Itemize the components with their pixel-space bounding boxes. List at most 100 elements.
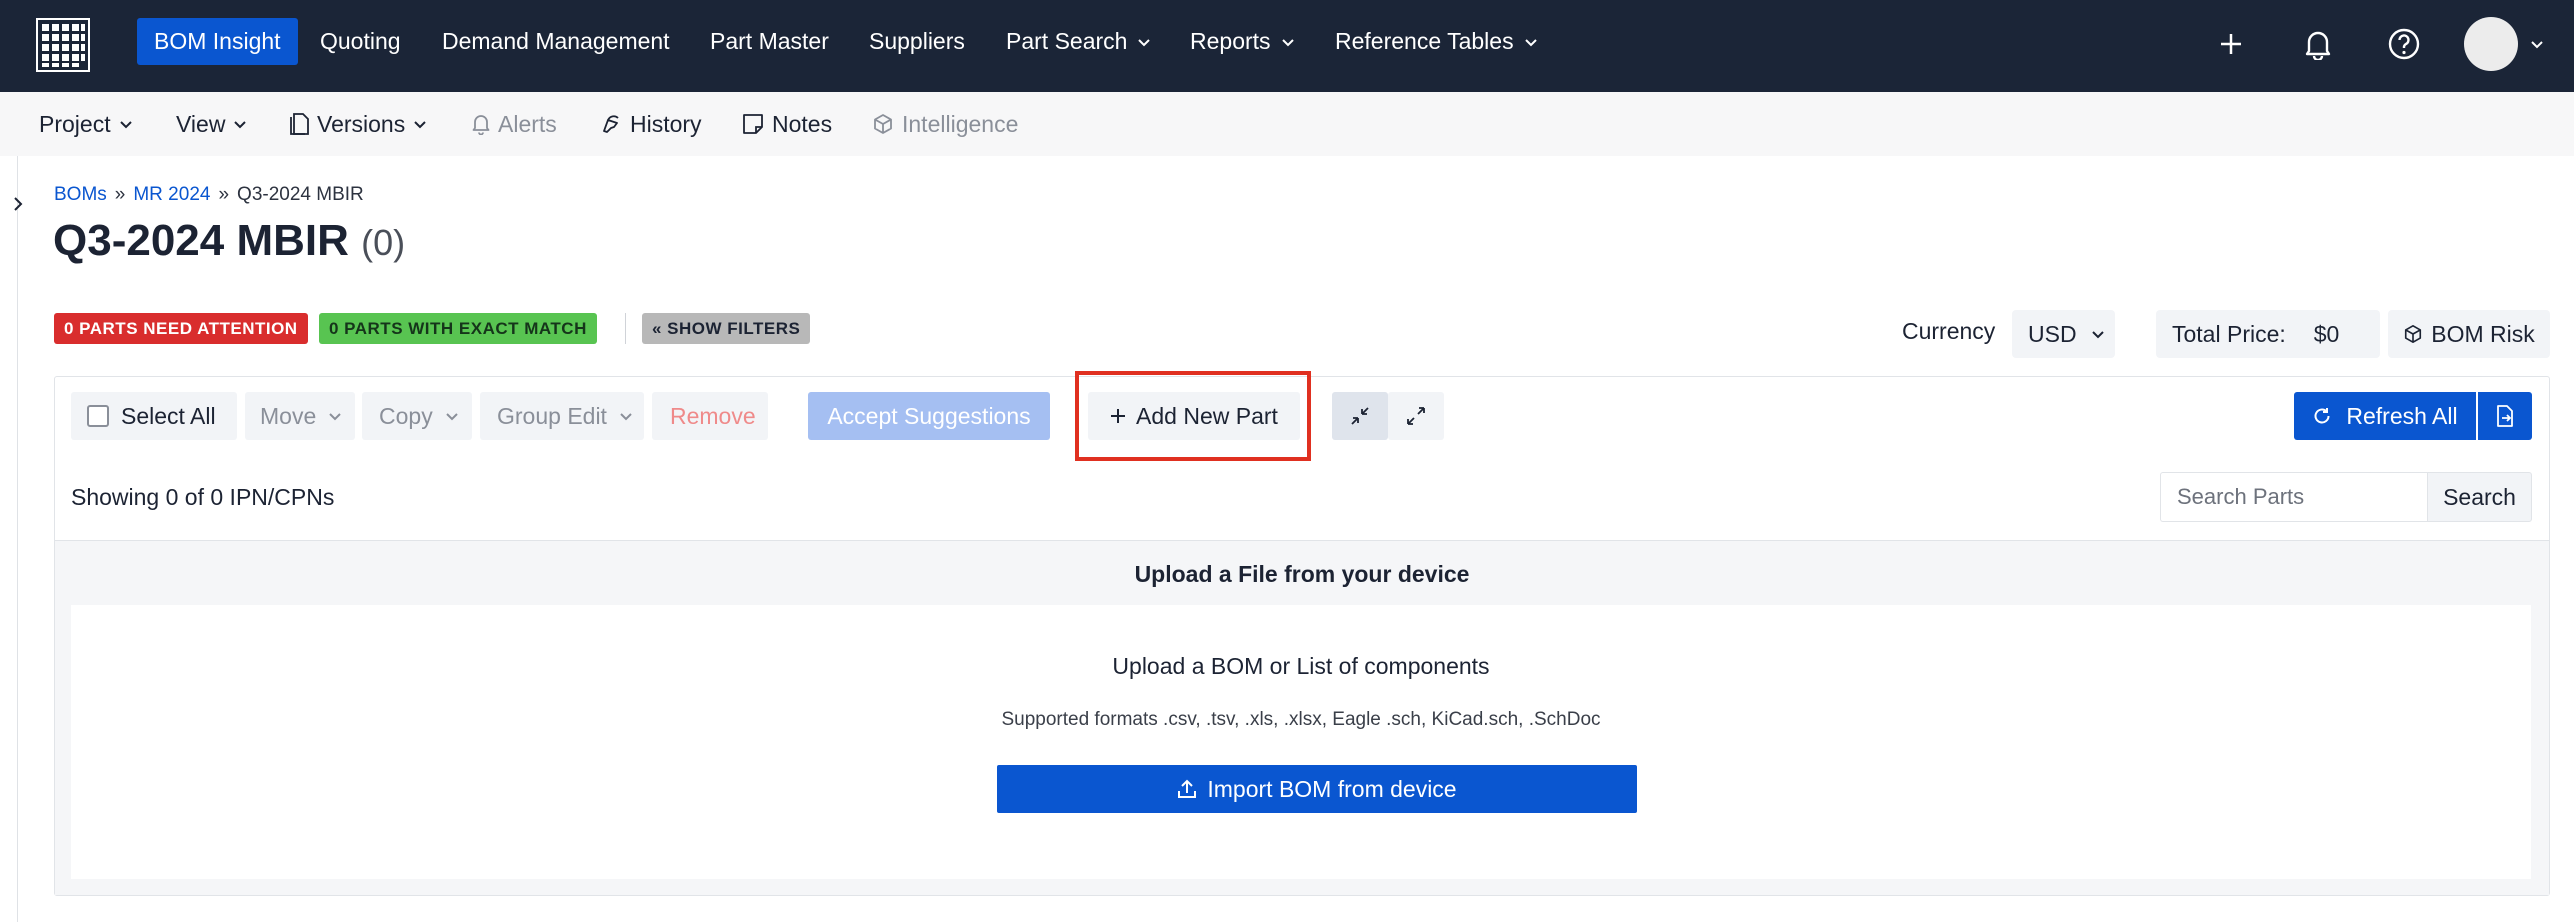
chevron-down-icon [445, 413, 458, 421]
collapse-icon[interactable] [1332, 392, 1388, 440]
copy-dropdown: Copy [362, 392, 472, 440]
app-grid-logo-icon[interactable] [36, 18, 90, 72]
chevron-down-icon [119, 121, 132, 129]
nav-reference-tables[interactable]: Reference Tables [1335, 18, 1538, 65]
chevron-down-icon [1524, 38, 1537, 46]
refresh-all-label: Refresh All [2346, 402, 2458, 429]
group-edit-dropdown: Group Edit [480, 392, 644, 440]
remove-button: Remove [652, 392, 768, 440]
show-filters-button[interactable]: « SHOW FILTERS [642, 313, 811, 344]
chevron-down-icon[interactable] [2525, 22, 2549, 66]
nav-suppliers[interactable]: Suppliers [869, 18, 965, 65]
cube-icon [874, 114, 892, 134]
export-file-icon[interactable] [2478, 392, 2532, 440]
bom-risk-label: BOM Risk [2431, 320, 2535, 347]
nav-part-search[interactable]: Part Search [1006, 18, 1151, 65]
group-edit-label: Group Edit [497, 402, 607, 429]
highlight-box [1075, 371, 1311, 461]
versions-icon [290, 113, 309, 135]
nav-label: Demand Management [442, 28, 670, 54]
cube-icon [2405, 325, 2422, 343]
bell-icon[interactable] [2296, 22, 2340, 66]
chevron-down-icon [620, 413, 632, 421]
nav-label: Reference Tables [1335, 28, 1514, 54]
chevron-down-icon [1138, 38, 1151, 46]
nav-label: Suppliers [869, 28, 965, 54]
currency-label: Currency [1902, 318, 1996, 344]
total-price-value: $0 [2313, 320, 2340, 347]
upload-card: Upload a BOM or List of components Suppo… [71, 605, 2531, 879]
import-bom-button[interactable]: Import BOM from device [997, 765, 1637, 813]
bom-risk-button[interactable]: BOM Risk [2388, 310, 2550, 358]
copy-label: Copy [379, 402, 433, 429]
breadcrumb-project-link[interactable]: MR 2024 [133, 184, 210, 206]
upload-heading: Upload a File from your device [1134, 561, 1470, 587]
subnav-label: Versions [317, 110, 406, 137]
select-all-checkbox[interactable]: Select All [71, 392, 237, 440]
chevron-down-icon [2091, 331, 2104, 339]
subnav-history[interactable]: History [600, 92, 702, 156]
left-sidebar-rail [0, 156, 18, 922]
total-price-box: Total Price: $0 [2156, 310, 2380, 358]
nav-label: Quoting [320, 28, 401, 54]
plus-icon[interactable] [2209, 22, 2253, 66]
page-title-count: (0) [361, 222, 406, 263]
subnav-intelligence: Intelligence [872, 92, 1018, 156]
subnav-label: Notes [772, 110, 833, 137]
badge-divider [625, 313, 626, 344]
subnav-label: Intelligence [902, 110, 1019, 137]
sub-navbar: Project View Versions Alerts History Not… [0, 92, 2574, 156]
search-button[interactable]: Search [2427, 472, 2532, 522]
expand-icon[interactable] [1388, 392, 1444, 440]
chevron-down-icon [1281, 38, 1294, 46]
page-title-text: Q3-2024 MBIR [53, 216, 349, 265]
subnav-notes[interactable]: Notes [742, 92, 832, 156]
help-icon[interactable] [2382, 22, 2426, 66]
refresh-icon [2314, 408, 2330, 424]
subnav-view[interactable]: View [176, 92, 247, 156]
search-parts-input[interactable] [2160, 472, 2427, 522]
parts-exact-match-badge[interactable]: 0 PARTS WITH EXACT MATCH [319, 313, 597, 344]
currency-select[interactable]: USD [2012, 310, 2115, 358]
chevron-down-icon [234, 121, 247, 129]
nav-bom-insight[interactable]: BOM Insight [137, 18, 298, 65]
checkbox-box[interactable] [87, 405, 109, 427]
move-dropdown: Move [245, 392, 355, 440]
subnav-label: Project [39, 110, 111, 137]
subnav-label: View [176, 110, 226, 137]
nav-label: Part Master [710, 28, 829, 54]
breadcrumb-boms-link[interactable]: BOMs [54, 184, 107, 206]
nav-part-master[interactable]: Part Master [710, 18, 829, 65]
refresh-all-button[interactable]: Refresh All [2294, 392, 2476, 440]
nav-reports[interactable]: Reports [1190, 18, 1295, 65]
subnav-label: Alerts [498, 110, 557, 137]
chevron-right-icon[interactable] [6, 192, 30, 216]
upload-icon [1178, 779, 1197, 798]
total-price-label: Total Price: [2172, 320, 2286, 347]
upload-section: Upload a File from your device Upload a … [55, 540, 2549, 895]
nav-label: Part Search [1006, 28, 1128, 54]
accept-suggestions-button: Accept Suggestions [808, 392, 1050, 440]
subnav-project[interactable]: Project [39, 92, 133, 156]
history-icon [603, 115, 619, 133]
breadcrumb: BOMs » MR 2024 » Q3-2024 MBIR [54, 184, 364, 206]
nav-quoting[interactable]: Quoting [320, 18, 401, 65]
breadcrumb-current: Q3-2024 MBIR [237, 184, 364, 205]
avatar[interactable] [2464, 17, 2518, 71]
nav-label: BOM Insight [154, 28, 281, 54]
breadcrumb-separator: » [218, 184, 230, 205]
subnav-label: History [630, 110, 702, 137]
import-bom-label: Import BOM from device [1207, 775, 1457, 802]
subnav-versions[interactable]: Versions [289, 92, 427, 156]
upload-formats: Supported formats .csv, .tsv, .xls, .xls… [1001, 709, 1601, 730]
top-navbar: BOM Insight Quoting Demand Management Pa… [0, 0, 2574, 92]
select-all-label: Select All [121, 402, 216, 429]
showing-count: Showing 0 of 0 IPN/CPNs [71, 484, 335, 510]
parts-need-attention-badge[interactable]: 0 PARTS NEED ATTENTION [54, 313, 308, 344]
subnav-alerts: Alerts [472, 92, 557, 156]
bell-icon [472, 115, 490, 135]
nav-label: Reports [1190, 28, 1271, 54]
chevron-down-icon [329, 413, 341, 421]
chevron-down-icon [414, 121, 426, 129]
nav-demand-management[interactable]: Demand Management [442, 18, 670, 65]
